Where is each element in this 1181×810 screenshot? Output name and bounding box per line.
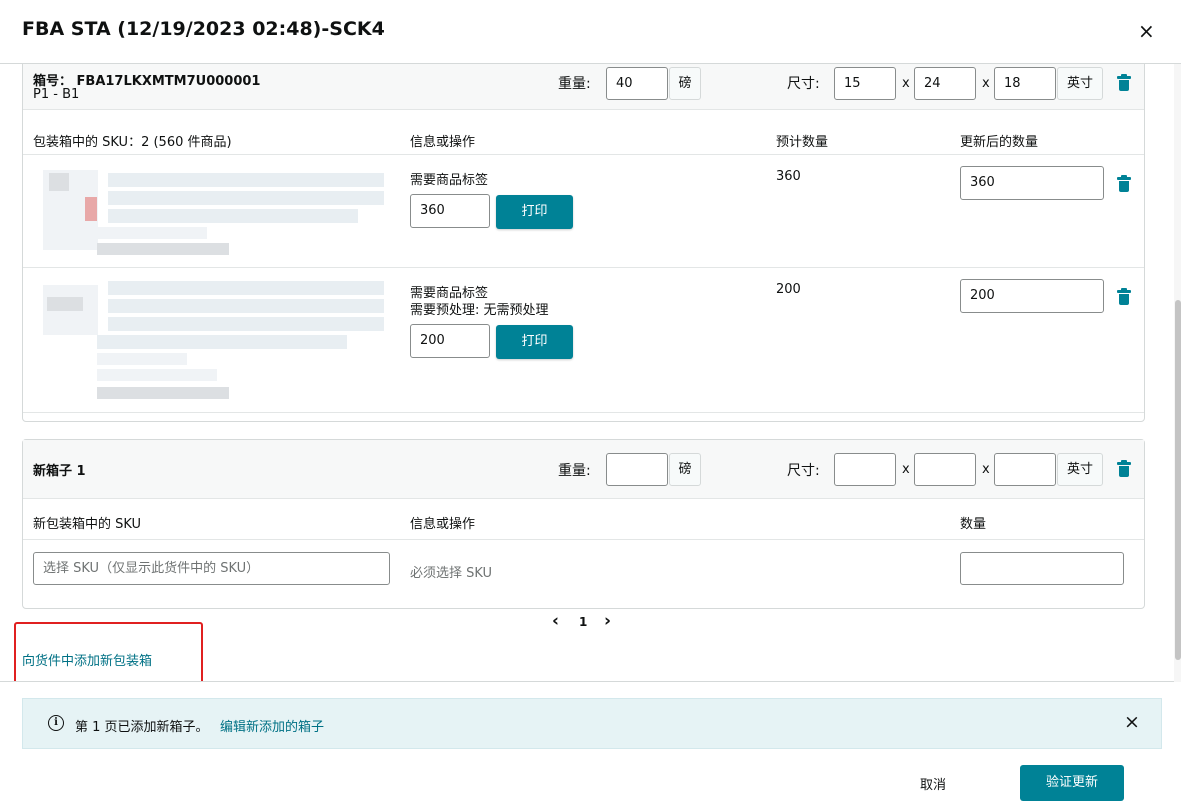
weight-label: 重量:: [558, 76, 591, 92]
dimension-length-input[interactable]: 15: [834, 67, 896, 100]
delete-box-trash-icon[interactable]: [1117, 460, 1131, 477]
new-box-header: 新箱子 1 重量: 磅 尺寸: x x 英寸: [23, 440, 1144, 499]
dimension-unit: 英寸: [1057, 67, 1103, 100]
next-page-icon[interactable]: ›: [604, 611, 611, 631]
prep-required-text: 需要预处理: 无需预处理: [410, 303, 549, 318]
modal-body[interactable]: 箱号： FBA17LKXMTM7U000001 P1 - B1 重量: 40 磅…: [0, 64, 1181, 682]
column-header-sku: 包装箱中的 SKU：2 (560 件商品): [33, 135, 232, 150]
product-title-blurred: [108, 209, 358, 223]
verify-update-button[interactable]: 验证更新: [1020, 765, 1124, 801]
sku-required-text: 必须选择 SKU: [410, 566, 493, 581]
product-image-blurred: [47, 297, 83, 311]
delete-sku-trash-icon[interactable]: [1117, 288, 1131, 305]
weight-label: 重量:: [558, 463, 591, 479]
divider: [23, 412, 1144, 413]
divider: [23, 539, 1144, 540]
dimension-unit: 英寸: [1057, 453, 1103, 486]
label-quantity-input[interactable]: 360: [410, 194, 490, 228]
weight-input[interactable]: 40: [606, 67, 668, 100]
column-header-quantity: 数量: [960, 517, 987, 532]
cancel-button[interactable]: 取消: [920, 774, 946, 793]
box-position: P1 - B1: [33, 87, 80, 102]
sku-select-input[interactable]: 选择 SKU（仅显示此货件中的 SKU）: [33, 552, 390, 585]
weight-unit: 磅: [669, 453, 701, 486]
print-label-button[interactable]: 打印: [496, 325, 573, 359]
dimension-label: 尺寸:: [787, 76, 820, 92]
product-image-blurred: [85, 197, 97, 221]
current-page[interactable]: 1: [579, 615, 587, 629]
close-icon[interactable]: ×: [1124, 711, 1140, 733]
updated-quantity-input[interactable]: 360: [960, 166, 1104, 200]
prev-page-icon[interactable]: ‹: [552, 611, 559, 631]
expected-quantity: 360: [776, 169, 801, 184]
column-header-info: 信息或操作: [410, 135, 476, 150]
weight-unit: 磅: [669, 67, 701, 100]
product-title-blurred: [108, 173, 384, 187]
product-sku-blurred: [97, 227, 207, 239]
fba-box-edit-modal: FBA STA (12/19/2023 02:48)-SCK4 × 箱号： FB…: [0, 0, 1181, 810]
divider: [23, 154, 1144, 155]
quantity-input[interactable]: [960, 552, 1124, 585]
product-sku-blurred: [97, 353, 187, 365]
dimension-width-input[interactable]: [914, 453, 976, 486]
dimension-separator: x: [982, 462, 990, 477]
info-icon: i: [48, 715, 64, 731]
pagination: ‹ 1 ›: [548, 611, 628, 634]
product-image-blurred: [49, 173, 69, 191]
column-header-sku: 新包装箱中的 SKU: [33, 517, 142, 532]
product-sku-blurred: [97, 369, 217, 381]
print-label-button[interactable]: 打印: [496, 195, 573, 229]
product-title-blurred: [108, 299, 384, 313]
dimension-width-input[interactable]: 24: [914, 67, 976, 100]
label-required-text: 需要商品标签: [410, 173, 489, 188]
label-quantity-input[interactable]: 200: [410, 324, 490, 358]
scrollbar-thumb[interactable]: [1175, 300, 1181, 660]
delete-sku-trash-icon[interactable]: [1117, 175, 1131, 192]
edit-new-box-link[interactable]: 编辑新添加的箱子: [220, 716, 324, 735]
dimension-separator: x: [902, 462, 910, 477]
close-icon[interactable]: ×: [1138, 20, 1155, 42]
alert-message: 第 1 页已添加新箱子。: [75, 720, 209, 735]
expected-quantity: 200: [776, 282, 801, 297]
modal-title: FBA STA (12/19/2023 02:48)-SCK4: [22, 18, 385, 40]
product-title-blurred: [108, 317, 384, 331]
column-header-info: 信息或操作: [410, 517, 476, 532]
info-alert: i 第 1 页已添加新箱子。 编辑新添加的箱子 ×: [22, 698, 1162, 749]
dimension-separator: x: [982, 76, 990, 91]
new-box-title: 新箱子 1: [33, 464, 86, 479]
dimension-length-input[interactable]: [834, 453, 896, 486]
column-header-updated: 更新后的数量: [960, 135, 1039, 150]
column-header-expected: 预计数量: [776, 135, 829, 150]
updated-quantity-input[interactable]: 200: [960, 279, 1104, 313]
product-title-blurred: [108, 281, 384, 295]
delete-box-trash-icon[interactable]: [1117, 74, 1131, 91]
product-title-blurred: [108, 191, 384, 205]
new-box-card: 新箱子 1 重量: 磅 尺寸: x x 英寸 新包装箱中的 SKU 信息或操作 …: [22, 439, 1145, 609]
dimension-separator: x: [902, 76, 910, 91]
divider: [23, 267, 1144, 268]
box-card-1: 箱号： FBA17LKXMTM7U000001 P1 - B1 重量: 40 磅…: [22, 64, 1145, 422]
dimension-height-input[interactable]: 18: [994, 67, 1056, 100]
product-title-blurred: [97, 335, 347, 349]
weight-input[interactable]: [606, 453, 668, 486]
box-card-header: 箱号： FBA17LKXMTM7U000001 P1 - B1 重量: 40 磅…: [23, 64, 1144, 110]
product-fnsku-blurred: [97, 387, 229, 399]
product-fnsku-blurred: [97, 243, 229, 255]
dimension-label: 尺寸:: [787, 463, 820, 479]
add-new-box-link[interactable]: 向货件中添加新包装箱: [22, 650, 152, 669]
modal-header: FBA STA (12/19/2023 02:48)-SCK4 ×: [0, 0, 1181, 64]
dimension-height-input[interactable]: [994, 453, 1056, 486]
